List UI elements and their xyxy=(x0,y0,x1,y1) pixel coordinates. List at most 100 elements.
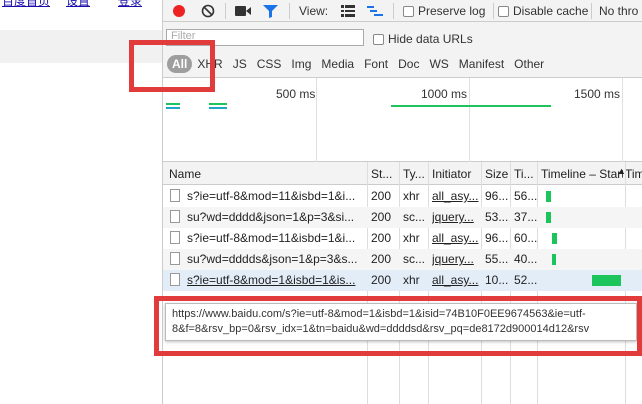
file-icon xyxy=(170,252,180,265)
cell-name: s?ie=utf-8&mod=11&isbd=1&i... xyxy=(187,231,356,245)
overview-toggle-button[interactable] xyxy=(367,2,383,20)
cell-name: s?ie=utf-8&mod=1&isbd=1&is... xyxy=(187,273,356,287)
highlight-box-tooltip xyxy=(154,296,642,356)
filter-bar: Filter Hide data URLs All XHR JS CSS Img… xyxy=(163,22,642,78)
type-filter-font[interactable]: Font xyxy=(359,55,393,73)
table-row[interactable]: s?ie=utf-8&mod=11&isbd=1&i... 200 xhr all_a… xyxy=(163,186,642,207)
highlight-box-all-filter xyxy=(129,40,215,92)
filter-funnel-icon xyxy=(263,4,278,18)
type-filter-manifest[interactable]: Manifest xyxy=(454,55,509,73)
cell-initiator[interactable]: jquery... xyxy=(432,252,480,266)
cell-type: xhr xyxy=(403,231,420,245)
cell-name: su?wd=dddd&json=1&p=3&si... xyxy=(187,210,355,224)
toolbar-separator xyxy=(289,3,290,19)
col-type[interactable]: Ty... xyxy=(403,167,429,181)
timeline-bar xyxy=(591,275,622,286)
overview-bar xyxy=(209,103,227,105)
hide-data-urls-checkbox[interactable] xyxy=(373,33,384,45)
type-filter-css[interactable]: CSS xyxy=(252,55,287,73)
network-toolbar: View: Preserve log Disable cache No thro xyxy=(163,0,642,22)
col-size[interactable]: Size xyxy=(485,167,509,181)
cell-name: su?wd=dddds&json=1&p=3&s... xyxy=(187,252,358,266)
link-settings[interactable]: 设置 xyxy=(66,0,90,8)
toolbar-separator xyxy=(493,3,494,19)
cell-size: 10... xyxy=(485,273,509,287)
cell-size: 96... xyxy=(485,231,509,245)
type-filter-other[interactable]: Other xyxy=(509,55,549,73)
resource-type-filters: All XHR JS CSS Img Media Font Doc WS Man… xyxy=(167,55,549,73)
table-row[interactable]: s?ie=utf-8&mod=11&isbd=1&i... 200 xhr all_a… xyxy=(163,228,642,249)
waterfall-icon xyxy=(367,6,383,16)
disable-cache-label: Disable cache xyxy=(513,4,589,18)
overview-bar xyxy=(209,107,227,109)
record-icon xyxy=(173,5,185,17)
disable-cache-checkbox[interactable] xyxy=(498,5,509,17)
cell-type: sc... xyxy=(403,210,426,224)
col-name[interactable]: Name xyxy=(169,167,201,181)
toolbar-separator xyxy=(225,3,226,19)
cell-time: 40... xyxy=(514,252,538,266)
record-button[interactable] xyxy=(173,2,185,20)
cell-time: 37... xyxy=(514,210,538,224)
type-filter-media[interactable]: Media xyxy=(316,55,359,73)
cell-initiator[interactable]: all_asy... xyxy=(432,189,480,203)
col-timeline-extra[interactable]: Tim xyxy=(625,167,642,181)
overview-tick-500: 500 ms xyxy=(276,87,316,101)
cell-size: 96... xyxy=(485,189,509,203)
cell-initiator[interactable]: all_asy... xyxy=(432,273,480,287)
cell-status: 200 xyxy=(371,273,392,287)
cell-status: 200 xyxy=(371,189,392,203)
disable-cache-toggle[interactable]: Disable cache xyxy=(498,2,588,20)
timeline-bar xyxy=(552,254,556,265)
cell-size: 53... xyxy=(485,210,509,224)
type-filter-doc[interactable]: Doc xyxy=(393,55,424,73)
hide-data-urls-label: Hide data URLs xyxy=(388,32,473,46)
requests-table: Name St... Ty... Initiator Size Ti... Ti… xyxy=(163,162,642,404)
large-rows-button[interactable] xyxy=(341,2,355,20)
cell-type: xhr xyxy=(403,273,420,287)
col-status[interactable]: St... xyxy=(371,167,395,181)
link-baidu-home[interactable]: 百度首页 xyxy=(2,0,50,8)
throttling-label: No thro xyxy=(599,4,639,18)
table-row[interactable]: su?wd=dddd&json=1&p=3&si... 200 sc... jquer… xyxy=(163,207,642,228)
col-initiator[interactable]: Initiator xyxy=(432,167,480,181)
table-header: Name St... Ty... Initiator Size Ti... Ti… xyxy=(163,162,642,185)
page-top-links: 百度首页 设置 登录 xyxy=(0,0,162,8)
preserve-log-toggle[interactable]: Preserve log xyxy=(403,2,485,20)
cell-status: 200 xyxy=(371,231,392,245)
table-row[interactable]: s?ie=utf-8&mod=1&isbd=1&is... 200 xhr all_a… xyxy=(163,270,642,291)
filter-toggle-button[interactable] xyxy=(263,2,278,20)
cell-initiator[interactable]: all_asy... xyxy=(432,231,480,245)
type-filter-img[interactable]: Img xyxy=(286,55,316,73)
timeline-overview[interactable]: 500 ms 1000 ms 1500 ms xyxy=(163,78,642,162)
hide-data-urls-toggle[interactable]: Hide data URLs xyxy=(373,32,473,46)
file-icon xyxy=(170,210,180,223)
timeline-bar xyxy=(545,191,551,202)
file-icon xyxy=(170,189,180,202)
view-label: View: xyxy=(299,4,329,18)
overview-tick-1500: 1500 ms xyxy=(574,87,621,101)
col-timeline-start[interactable]: Timeline – Start xyxy=(541,167,623,181)
overview-gridline xyxy=(316,78,317,162)
link-login[interactable]: 登录 xyxy=(118,0,142,8)
overview-gridline xyxy=(622,78,623,162)
col-time[interactable]: Ti... xyxy=(514,167,538,181)
clear-button[interactable] xyxy=(201,2,215,20)
file-icon xyxy=(170,273,180,286)
view-label-wrap: View: xyxy=(299,2,328,20)
cell-initiator[interactable]: jquery... xyxy=(432,210,480,224)
cell-status: 200 xyxy=(371,210,392,224)
capture-screenshots-button[interactable] xyxy=(235,2,251,20)
list-icon xyxy=(341,5,355,17)
toolbar-separator xyxy=(393,3,394,19)
preserve-log-checkbox[interactable] xyxy=(403,5,414,17)
cell-name: s?ie=utf-8&mod=11&isbd=1&i... xyxy=(187,189,356,203)
throttling-select[interactable]: No thro xyxy=(599,2,638,20)
type-filter-ws[interactable]: WS xyxy=(424,55,453,73)
table-row[interactable]: su?wd=dddds&json=1&p=3&s... 200 sc... jquer… xyxy=(163,249,642,270)
toolbar-separator xyxy=(591,3,592,19)
overview-gridline xyxy=(469,78,470,162)
type-filter-js[interactable]: JS xyxy=(228,55,252,73)
clear-icon xyxy=(201,4,215,18)
cell-status: 200 xyxy=(371,252,392,266)
